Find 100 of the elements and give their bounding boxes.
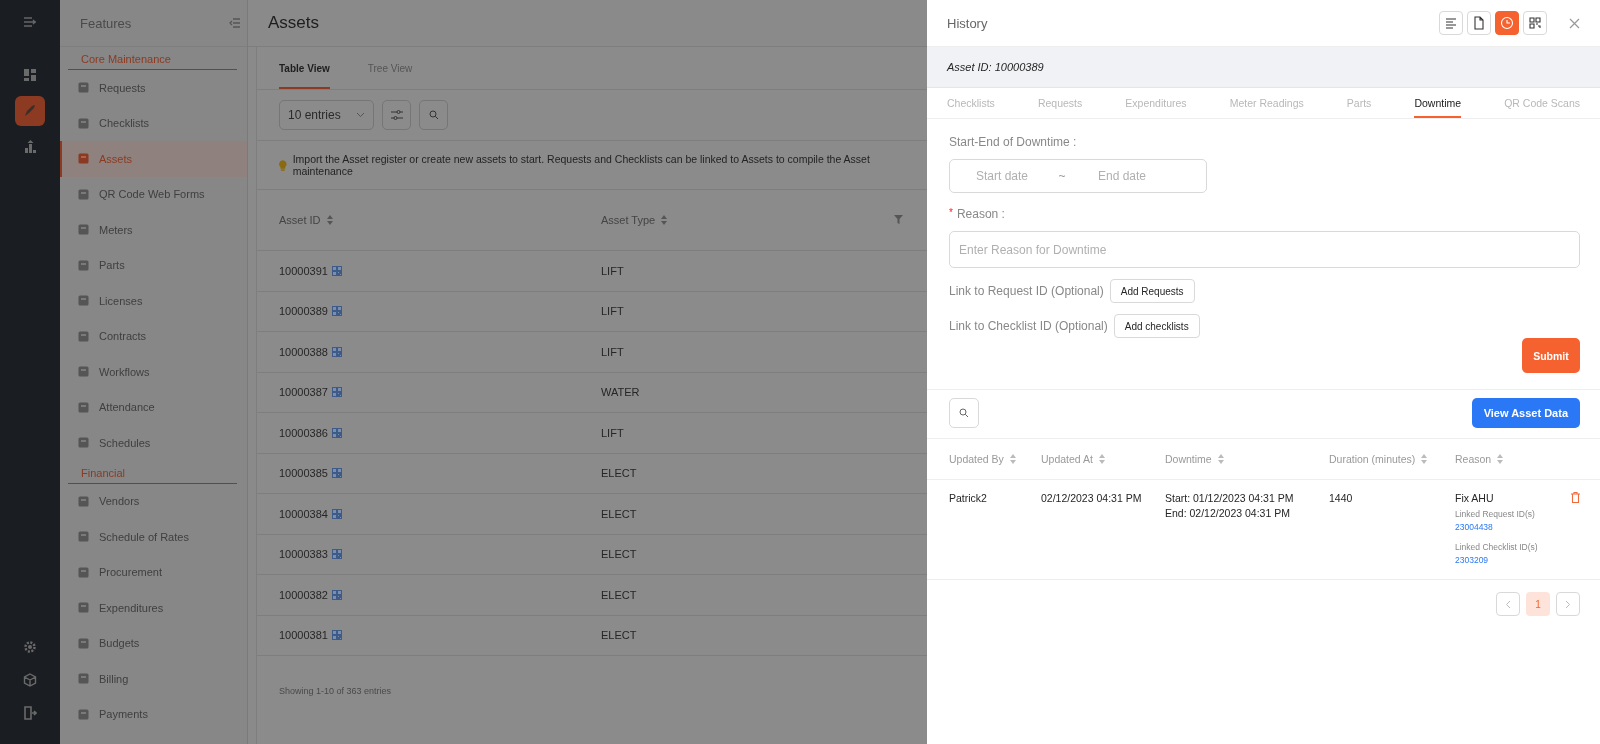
square-icon [78, 117, 89, 129]
table-cell: Patrick2 [949, 492, 987, 504]
history-tab[interactable]: Meter Readings [1229, 88, 1304, 118]
view-asset-data-button[interactable]: View Asset Data [1471, 398, 1580, 428]
field-label: Link to Checklist ID (Optional) [949, 319, 1108, 333]
history-button[interactable] [1495, 11, 1519, 35]
column-header[interactable]: Updated At [1041, 453, 1093, 465]
sidebar-item[interactable]: Meters [60, 212, 247, 248]
table-cell: 10000381 [279, 629, 328, 642]
sidebar-item[interactable]: Billing [60, 661, 247, 697]
document-button[interactable] [1467, 11, 1491, 35]
history-tab[interactable]: Checklists [947, 88, 995, 118]
square-icon [78, 437, 89, 449]
column-header[interactable]: Updated By [949, 453, 1004, 465]
qr-code-button[interactable] [1523, 11, 1547, 35]
qr-code-icon[interactable] [331, 549, 342, 560]
next-page-button[interactable] [1556, 592, 1580, 616]
sidebar-item[interactable]: Schedules [60, 425, 247, 461]
page-button[interactable]: 1 [1526, 592, 1550, 616]
history-tab[interactable]: Downtime [1414, 88, 1462, 118]
entries-summary: Showing 1-10 of 363 entries [278, 685, 393, 698]
reason-input-field[interactable]: Enter Reason for Downtime [949, 231, 1580, 268]
qr-code-icon[interactable] [331, 427, 342, 438]
sort-icon[interactable] [1421, 454, 1428, 464]
square-icon [78, 401, 89, 413]
table-cell: LIFT [601, 345, 624, 358]
sidebar-item[interactable]: Budgets [60, 625, 247, 661]
column-header[interactable]: Asset ID [279, 214, 321, 226]
settings-icon[interactable] [23, 640, 37, 654]
add-button[interactable]: Add Requests [1109, 279, 1195, 303]
qr-code-icon[interactable] [331, 630, 342, 641]
add-button[interactable]: Add checklists [1113, 314, 1200, 338]
qr-code-icon[interactable] [331, 306, 342, 317]
sidebar-item[interactable]: Parts [60, 247, 247, 283]
sidebar-item[interactable]: Payments [60, 696, 247, 732]
details-button[interactable] [1439, 11, 1463, 35]
search-icon [428, 110, 439, 120]
qr-code-icon[interactable] [331, 508, 342, 519]
sort-icon[interactable] [1217, 454, 1224, 464]
sort-icon[interactable] [1009, 454, 1016, 464]
column-header[interactable]: Asset Type [601, 214, 656, 226]
date-range-field[interactable]: Start date ~ End date [949, 159, 1207, 193]
history-tab[interactable]: Parts [1346, 88, 1372, 118]
column-header[interactable]: Reason [1455, 453, 1492, 465]
lightbulb-icon [279, 159, 287, 171]
sort-icon[interactable] [326, 215, 333, 225]
expand-menu-icon[interactable] [23, 16, 37, 28]
previous-page-button[interactable] [1496, 592, 1520, 616]
square-icon [78, 531, 89, 543]
table-cell: LIFT [601, 264, 624, 277]
history-tab[interactable]: Expenditures [1125, 88, 1187, 118]
table-cell-text: Fix AHU [1455, 492, 1495, 504]
qr-code-icon[interactable] [331, 346, 342, 357]
view-tab[interactable]: Table View [279, 47, 330, 89]
sidebar-item[interactable]: Assets [60, 141, 247, 177]
qr-code-icon[interactable] [331, 265, 342, 276]
table-cell: 1440 [1329, 492, 1353, 504]
sidebar-item[interactable]: Expenditures [60, 590, 247, 626]
sidebar-item[interactable]: Workflows [60, 354, 247, 390]
submit-button[interactable]: Submit [1522, 338, 1580, 373]
collapse-icon[interactable] [229, 18, 241, 28]
column-header[interactable]: Downtime [1165, 453, 1212, 465]
request-link[interactable]: 23004438 [1455, 522, 1538, 532]
logout-icon[interactable] [23, 706, 37, 720]
table-cell: 10000388 [279, 345, 328, 358]
sidebar-item[interactable]: Vendors [60, 483, 247, 519]
filter-icon[interactable] [894, 215, 903, 224]
checklist-link[interactable]: 2303209 [1455, 555, 1538, 565]
sidebar-item[interactable]: Checklists [60, 105, 247, 141]
sidebar-item[interactable]: Contracts [60, 318, 247, 354]
qr-code-icon[interactable] [331, 468, 342, 479]
asset-id-banner: Asset ID: 10000389 [927, 47, 1600, 88]
close-icon[interactable] [1569, 17, 1580, 29]
qr-code-icon[interactable] [331, 589, 342, 600]
qr-code-icon[interactable] [331, 387, 342, 398]
column-header[interactable]: Duration (minutes) [1329, 453, 1416, 465]
sidebar-item[interactable]: Procurement [60, 554, 247, 590]
history-tab[interactable]: Requests [1037, 88, 1083, 118]
filter-settings-button[interactable] [382, 100, 411, 130]
cube-icon[interactable] [23, 673, 37, 687]
entries-dropdown[interactable]: 10 entries [279, 100, 374, 130]
sort-icon[interactable] [661, 215, 668, 225]
search-button[interactable] [419, 100, 448, 130]
sidebar-item[interactable]: QR Code Web Forms [60, 176, 247, 212]
sidebar-item[interactable]: Schedule of Rates [60, 519, 247, 555]
sidebar-item[interactable]: Licenses [60, 283, 247, 319]
table-cell: 10000382 [279, 588, 328, 601]
drawer-title: History [947, 15, 989, 31]
sort-icon[interactable] [1098, 454, 1105, 464]
table-cell: ELECT [601, 629, 637, 642]
sidebar-item[interactable]: Requests [60, 70, 247, 106]
page-title: Assets [268, 13, 320, 33]
field-label: Reason : [956, 207, 1005, 221]
sort-icon[interactable] [1497, 454, 1504, 464]
table-cell: 02/12/2023 04:31 PM [1041, 492, 1142, 504]
square-icon [78, 259, 89, 271]
sidebar-item[interactable]: Attendance [60, 389, 247, 425]
history-tab[interactable]: QR Code Scans [1504, 88, 1580, 118]
table-cell: 10000389 [279, 305, 328, 318]
trash-icon[interactable] [1571, 492, 1580, 503]
